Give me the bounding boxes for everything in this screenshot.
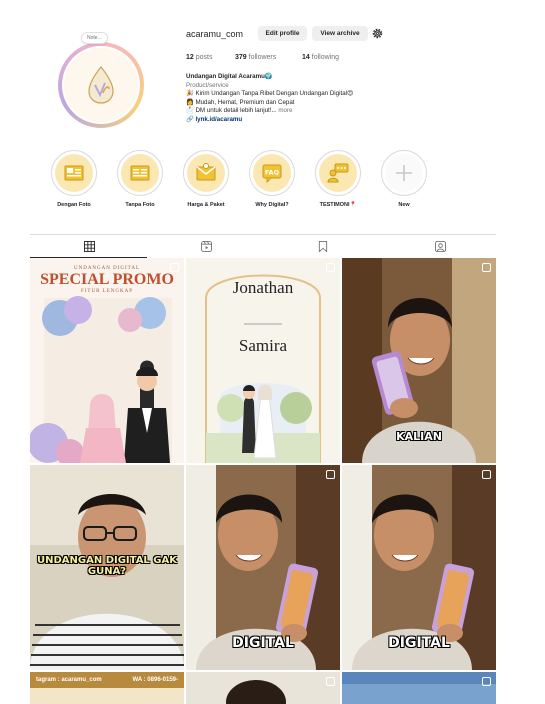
settings-gear-icon[interactable] xyxy=(371,27,384,40)
highlight-cover xyxy=(117,150,163,196)
caption-digital: DIGITAL xyxy=(232,635,294,651)
reel-indicator-icon xyxy=(170,263,179,272)
bio-external-link[interactable]: lynk.id/acaramu xyxy=(195,116,242,123)
posts-count-label: posts xyxy=(195,54,213,61)
post-digital-1[interactable]: DIGITAL xyxy=(186,465,340,670)
highlight-label: New xyxy=(398,202,410,208)
tab-saved[interactable] xyxy=(315,238,331,254)
smile-emoji-icon: 😍 xyxy=(347,90,354,98)
highlight-why-digital[interactable]: FAQ Why Digital? xyxy=(249,150,295,208)
highlight-label: TESTIMONI📍 xyxy=(319,202,357,208)
plus-icon xyxy=(396,165,412,181)
acaramu-logo-icon xyxy=(88,66,114,104)
reel-indicator-icon xyxy=(482,263,491,272)
post-gak-guna[interactable]: UNDANGAN DIGITAL GAK GUNA? xyxy=(30,465,184,670)
posts-count-value: 12 xyxy=(186,54,194,61)
tab-posts[interactable] xyxy=(81,238,97,254)
tabs-divider xyxy=(30,234,496,235)
contact-bar: tagram : acaramu_com WA : 0896-0159- xyxy=(30,672,184,688)
highlight-label: Tanpa Foto xyxy=(125,202,155,208)
promo-sub-text: FITUR LENGKAP xyxy=(80,289,134,294)
following-count[interactable]: 14 following xyxy=(302,54,339,61)
caption-kalian: KALIAN xyxy=(396,430,442,443)
avatar-image xyxy=(62,46,140,124)
faq-icon: FAQ xyxy=(262,164,282,184)
highlight-cover xyxy=(381,150,427,196)
whatsapp-number-text: WA : 0896-0159- xyxy=(132,677,178,683)
followers-count-value: 379 xyxy=(235,54,247,61)
caption-digital: DIGITAL xyxy=(388,635,450,651)
bride-name: Samira xyxy=(238,336,288,355)
svg-text:FAQ: FAQ xyxy=(265,169,280,177)
highlight-cover: FAQ xyxy=(249,150,295,196)
highlight-cover xyxy=(51,150,97,196)
highlight-tanpa-foto[interactable]: Tanpa Foto xyxy=(117,150,163,208)
reels-icon xyxy=(200,240,212,252)
tagged-icon xyxy=(434,240,446,252)
promo-title-text: SPECIAL PROMO xyxy=(40,271,174,288)
profile-avatar[interactable] xyxy=(58,42,144,128)
highlight-new[interactable]: New xyxy=(381,150,427,208)
highlight-cover xyxy=(183,150,229,196)
reel-indicator-icon xyxy=(326,677,335,686)
highlight-label: Harga & Paket xyxy=(187,202,225,208)
post-wedding-invitation[interactable]: Jonathan Samira xyxy=(186,258,340,463)
note-bubble[interactable]: Note... xyxy=(81,32,108,44)
highlight-label: Dengan Foto xyxy=(57,202,91,208)
post-contact-info[interactable]: tagram : acaramu_com WA : 0896-0159- xyxy=(30,672,184,704)
highlight-harga-paket[interactable]: Harga & Paket xyxy=(183,150,229,208)
groom-name: Jonathan xyxy=(232,278,294,297)
highlight-cover xyxy=(315,150,361,196)
reel-indicator-icon xyxy=(482,470,491,479)
post-special-promo[interactable]: UNDANGAN DIGITAL SPECIAL PROMO FITUR LEN… xyxy=(30,258,184,463)
highlight-dengan-foto[interactable]: Dengan Foto xyxy=(51,150,97,208)
following-count-value: 14 xyxy=(302,54,310,61)
reel-indicator-icon xyxy=(326,263,335,272)
followers-count[interactable]: 379 followers xyxy=(235,54,276,61)
bio-line-1: Kirim Undangan Tanpa Ribet Dengan Undang… xyxy=(195,90,348,98)
caption-gak-guna: UNDANGAN DIGITAL GAK GUNA? xyxy=(37,555,177,577)
followers-count-label: followers xyxy=(248,54,277,61)
post-row3-middle[interactable] xyxy=(186,672,340,704)
profile-username: acaramu_com xyxy=(186,29,244,39)
bio-line-3: DM untuk detail lebih lanjut!... xyxy=(195,107,277,115)
reel-indicator-icon xyxy=(482,677,491,686)
following-count-label: following xyxy=(311,54,339,61)
bio-category: Product/service xyxy=(186,81,229,89)
tab-tagged[interactable] xyxy=(432,238,448,254)
bio-line-2: Mudah, Hemat, Premium dan Cepat xyxy=(195,98,295,106)
posts-count: 12 posts xyxy=(186,54,212,61)
view-archive-button[interactable]: View archive xyxy=(312,26,368,41)
saved-icon xyxy=(318,240,328,252)
promo-title-block: UNDANGAN DIGITAL SPECIAL PROMO FITUR LEN… xyxy=(30,266,184,294)
bio-more-link[interactable]: more xyxy=(278,107,292,114)
reel-indicator-icon xyxy=(326,470,335,479)
highlight-label: Why Digital? xyxy=(255,202,289,208)
testimonial-icon xyxy=(327,163,349,183)
post-row3-right[interactable] xyxy=(342,672,496,704)
globe-emoji-icon: 🌍 xyxy=(264,73,273,80)
invitation-card-icon xyxy=(64,165,84,181)
instagram-handle-text: tagram : acaramu_com xyxy=(36,677,102,683)
envelope-icon xyxy=(196,163,216,181)
bio-name: Undangan Digital Acaramu xyxy=(186,73,265,80)
post-image xyxy=(342,672,496,704)
tab-reels[interactable] xyxy=(198,238,214,254)
post-digital-2[interactable]: DIGITAL xyxy=(342,465,496,670)
invitation-card-icon xyxy=(130,165,150,181)
post-kalian[interactable]: KALIAN xyxy=(342,258,496,463)
highlight-testimoni[interactable]: TESTIMONI📍 xyxy=(315,150,361,208)
post-image xyxy=(186,672,340,704)
edit-profile-button[interactable]: Edit profile xyxy=(258,26,307,41)
posts-grid-icon xyxy=(83,240,95,252)
profile-bio: Undangan Digital Acaramu🌍 Product/servic… xyxy=(186,73,406,125)
